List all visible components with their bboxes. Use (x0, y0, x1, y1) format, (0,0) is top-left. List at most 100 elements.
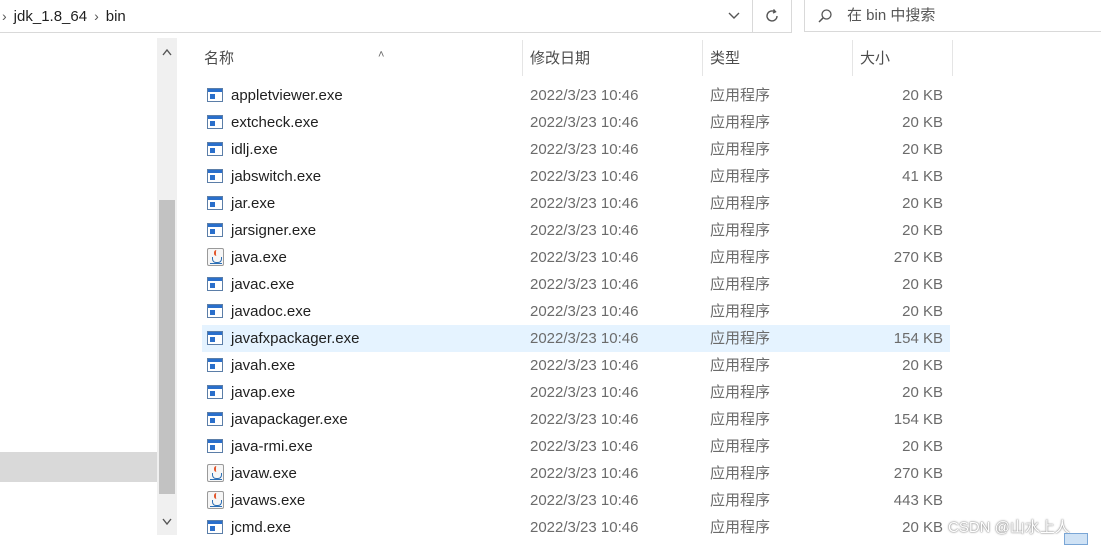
file-row[interactable]: javaw.exe 2022/3/23 10:46 应用程序 270 KB (202, 460, 950, 487)
file-row[interactable]: jar.exe 2022/3/23 10:46 应用程序 20 KB (202, 190, 950, 217)
exe-icon (207, 356, 225, 374)
file-date: 2022/3/23 10:46 (530, 114, 639, 131)
file-row[interactable]: javadoc.exe 2022/3/23 10:46 应用程序 20 KB (202, 298, 950, 325)
exe-icon (207, 302, 225, 320)
search-icon (805, 8, 845, 24)
exe-icon (207, 518, 225, 536)
file-name: jabswitch.exe (231, 168, 322, 185)
file-row[interactable]: javap.exe 2022/3/23 10:46 应用程序 20 KB (202, 379, 950, 406)
file-type: 应用程序 (710, 87, 771, 104)
corner-widget (1064, 533, 1088, 545)
file-rows: appletviewer.exe 2022/3/23 10:46 应用程序 20 KB… (202, 82, 950, 541)
breadcrumb-chevron-icon[interactable]: › (0, 8, 14, 24)
scroll-up-icon[interactable] (157, 42, 177, 62)
column-header-date-label: 修改日期 (530, 50, 591, 67)
breadcrumb-chevron-icon[interactable]: › (87, 8, 106, 24)
file-row[interactable]: javapackager.exe 2022/3/23 10:46 应用程序 154 K… (202, 406, 950, 433)
file-name: javapackager.exe (231, 411, 348, 428)
file-date: 2022/3/23 10:46 (530, 519, 639, 536)
scrollbar-thumb[interactable] (159, 200, 175, 494)
file-row[interactable]: idlj.exe 2022/3/23 10:46 应用程序 20 KB (202, 136, 950, 163)
file-size: 20 KB (902, 438, 943, 455)
exe-icon (207, 140, 225, 158)
exe-icon (207, 194, 225, 212)
file-date: 2022/3/23 10:46 (530, 492, 639, 509)
file-type: 应用程序 (710, 168, 771, 185)
file-type: 应用程序 (710, 222, 771, 239)
file-row[interactable]: java.exe 2022/3/23 10:46 应用程序 270 KB (202, 244, 950, 271)
file-size: 270 KB (893, 249, 943, 266)
nav-selected-item[interactable] (0, 452, 157, 482)
exe-icon (207, 167, 225, 185)
file-date: 2022/3/23 10:46 (530, 465, 639, 482)
file-name: javadoc.exe (231, 303, 312, 320)
search-input[interactable] (845, 6, 1089, 25)
scroll-down-icon[interactable] (157, 511, 177, 531)
column-header-date[interactable]: 修改日期 (530, 40, 703, 76)
watermark: CSDN @山水上人 (948, 519, 1070, 536)
java-icon (207, 464, 225, 482)
file-row[interactable]: javafxpackager.exe 2022/3/23 10:46 应用程序 154… (202, 325, 950, 352)
exe-icon (207, 113, 225, 131)
file-date: 2022/3/23 10:46 (530, 168, 639, 185)
exe-icon (207, 329, 225, 347)
file-type: 应用程序 (710, 384, 771, 401)
search-box[interactable] (804, 0, 1101, 32)
sort-ascending-icon: ˄ (378, 49, 385, 61)
exe-icon (207, 437, 225, 455)
file-row[interactable]: javaws.exe 2022/3/23 10:46 应用程序 443 KB (202, 487, 950, 514)
address-bar[interactable]: › jdk_1.8_64 › bin (0, 0, 753, 33)
file-size: 20 KB (902, 195, 943, 212)
column-header-type[interactable]: 类型 (710, 40, 853, 76)
file-name: jarsigner.exe (231, 222, 317, 239)
file-date: 2022/3/23 10:46 (530, 330, 639, 347)
column-header-name[interactable]: 名称 ˄ (204, 40, 523, 76)
file-name: jcmd.exe (231, 519, 292, 536)
file-size: 20 KB (902, 141, 943, 158)
file-name: idlj.exe (231, 141, 278, 158)
file-row[interactable]: appletviewer.exe 2022/3/23 10:46 应用程序 20 KB (202, 82, 950, 109)
file-size: 20 KB (902, 357, 943, 374)
file-size: 20 KB (902, 384, 943, 401)
breadcrumb-item-jdk[interactable]: jdk_1.8_64 (14, 8, 87, 25)
file-row[interactable]: extcheck.exe 2022/3/23 10:46 应用程序 20 KB (202, 109, 950, 136)
file-date: 2022/3/23 10:46 (530, 384, 639, 401)
file-row[interactable]: javac.exe 2022/3/23 10:46 应用程序 20 KB (202, 271, 950, 298)
file-name: java.exe (231, 249, 287, 266)
file-type: 应用程序 (710, 492, 771, 509)
refresh-button[interactable] (753, 0, 792, 33)
file-row[interactable]: jarsigner.exe 2022/3/23 10:46 应用程序 20 KB (202, 217, 950, 244)
file-name: javah.exe (231, 357, 296, 374)
file-row[interactable]: jcmd.exe 2022/3/23 10:46 应用程序 20 KB (202, 514, 950, 541)
column-header-type-label: 类型 (710, 50, 741, 67)
address-toolbar: › jdk_1.8_64 › bin (0, 0, 1101, 34)
file-type: 应用程序 (710, 357, 771, 374)
file-type: 应用程序 (710, 519, 771, 536)
file-date: 2022/3/23 10:46 (530, 87, 639, 104)
file-row[interactable]: javah.exe 2022/3/23 10:46 应用程序 20 KB (202, 352, 950, 379)
file-row[interactable]: jabswitch.exe 2022/3/23 10:46 应用程序 41 KB (202, 163, 950, 190)
nav-scrollbar[interactable] (157, 38, 177, 535)
file-type: 应用程序 (710, 249, 771, 266)
column-header-size-label: 大小 (860, 50, 891, 67)
file-date: 2022/3/23 10:46 (530, 438, 639, 455)
column-header-size[interactable]: 大小 (860, 40, 953, 76)
file-size: 154 KB (893, 411, 943, 428)
file-type: 应用程序 (710, 303, 771, 320)
file-size: 443 KB (893, 492, 943, 509)
exe-icon (207, 410, 225, 428)
file-size: 20 KB (902, 276, 943, 293)
breadcrumb-item-bin[interactable]: bin (106, 8, 126, 25)
chevron-down-icon[interactable] (722, 4, 746, 28)
file-date: 2022/3/23 10:46 (530, 411, 639, 428)
exe-icon (207, 221, 225, 239)
exe-icon (207, 383, 225, 401)
file-type: 应用程序 (710, 141, 771, 158)
file-type: 应用程序 (710, 411, 771, 428)
file-name: jar.exe (231, 195, 276, 212)
file-type: 应用程序 (710, 195, 771, 212)
file-date: 2022/3/23 10:46 (530, 222, 639, 239)
file-row[interactable]: java-rmi.exe 2022/3/23 10:46 应用程序 20 KB (202, 433, 950, 460)
file-date: 2022/3/23 10:46 (530, 276, 639, 293)
file-date: 2022/3/23 10:46 (530, 303, 639, 320)
